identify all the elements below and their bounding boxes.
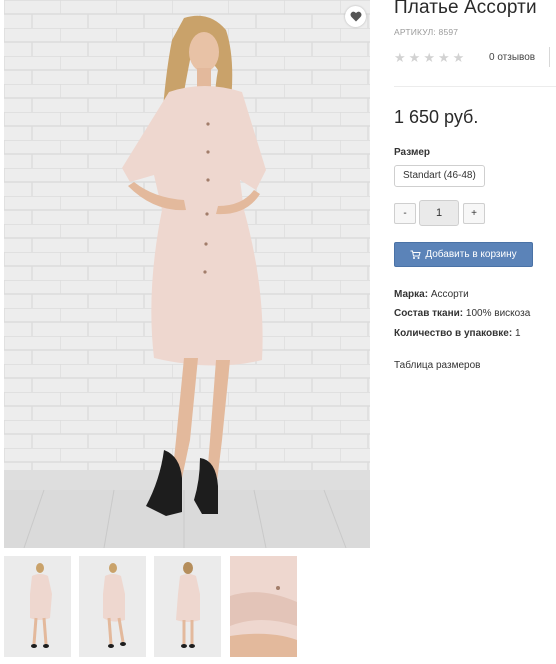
quantity-increase-button[interactable]: +	[463, 203, 485, 224]
thumbnail-3[interactable]	[154, 556, 221, 657]
size-label: Размер	[394, 147, 431, 158]
product-title: Платье Ассорти	[394, 0, 537, 18]
reviews-count[interactable]: 0 отзывов	[489, 52, 535, 63]
thumbnail-1[interactable]	[4, 556, 71, 657]
divider	[394, 86, 556, 87]
attribute-value: 1	[514, 328, 521, 339]
star-icon[interactable]: ★	[453, 51, 465, 65]
add-to-cart-button[interactable]: Добавить в корзину	[394, 242, 533, 267]
thumbnail-4[interactable]	[230, 556, 297, 657]
attribute-key: Состав ткани:	[394, 308, 464, 319]
size-option[interactable]: Standart (46-48)	[394, 165, 485, 187]
heart-icon	[350, 11, 361, 22]
attribute-key: Марка:	[394, 289, 429, 300]
rating-stars[interactable]: ★ ★ ★ ★ ★	[394, 51, 464, 65]
attribute-value: Ассорти	[430, 289, 469, 300]
size-table-link[interactable]: Таблица размеров	[394, 360, 480, 371]
attribute-key: Количество в упаковке:	[394, 328, 513, 339]
product-main-image[interactable]	[4, 0, 370, 548]
quantity-input[interactable]: 1	[419, 200, 459, 226]
attribute-brand: Марка: Ассорти	[394, 289, 469, 300]
product-sku: АРТИКУЛ: 8597	[394, 27, 459, 37]
attribute-value: 100% вискоза	[465, 308, 531, 319]
product-price: 1 650 руб.	[394, 107, 479, 127]
attribute-fabric: Состав ткани: 100% вискоза	[394, 308, 530, 319]
star-icon[interactable]: ★	[438, 51, 450, 65]
star-icon[interactable]: ★	[394, 51, 406, 65]
cart-icon	[410, 250, 422, 259]
star-icon[interactable]: ★	[423, 51, 435, 65]
model-photo	[4, 0, 370, 548]
thumbnail-2[interactable]	[79, 556, 146, 657]
add-to-cart-label: Добавить в корзину	[425, 249, 517, 260]
quantity-decrease-button[interactable]: -	[394, 203, 416, 224]
attribute-pack: Количество в упаковке: 1	[394, 328, 521, 339]
wishlist-button[interactable]	[345, 6, 366, 27]
divider	[549, 47, 550, 67]
star-icon[interactable]: ★	[409, 51, 421, 65]
